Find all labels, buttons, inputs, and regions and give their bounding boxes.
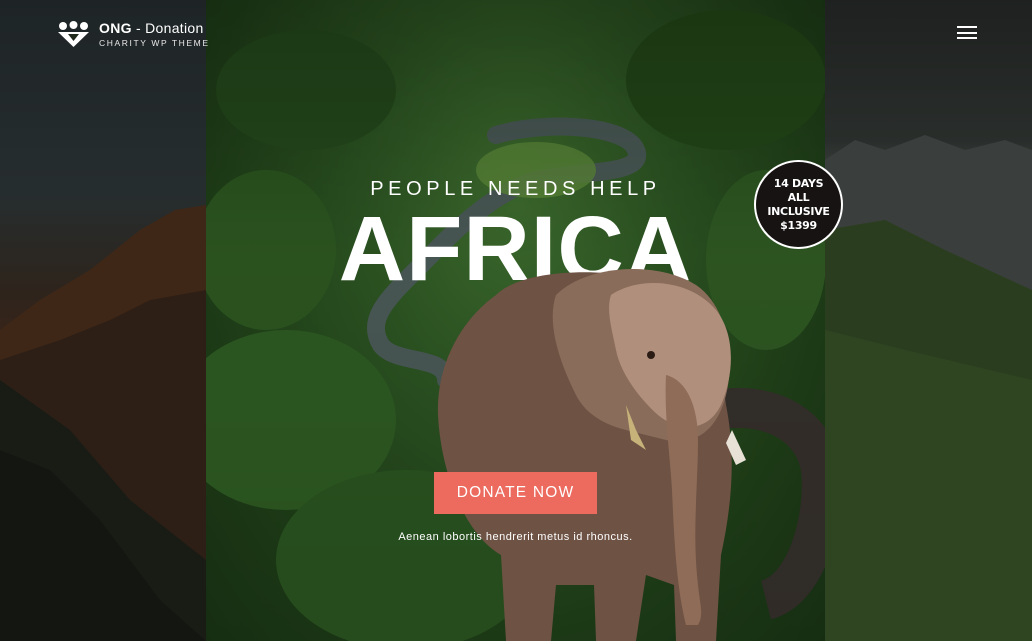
donate-now-button[interactable]: DONATE NOW bbox=[434, 472, 597, 514]
brand-name: ONG - Donation bbox=[99, 20, 204, 36]
brand-tagline: CHARITY WP THEME bbox=[99, 38, 210, 48]
left-background-image bbox=[0, 0, 206, 641]
right-background-image bbox=[825, 0, 1032, 641]
badge-days: 14 DAYS bbox=[773, 176, 824, 190]
brand-logo[interactable]: ONG - Donation CHARITY WP THEME bbox=[57, 21, 210, 48]
badge-price: $1399 bbox=[780, 218, 817, 232]
hamburger-icon[interactable] bbox=[957, 26, 977, 42]
badge-inclusive: ALL INCLUSIVE bbox=[767, 190, 830, 218]
hero-caption: Aenean lobortis hendrerit metus id rhonc… bbox=[398, 531, 633, 543]
people-logo-icon bbox=[58, 21, 89, 48]
elephant-image bbox=[437, 268, 746, 641]
price-badge: 14 DAYS ALL INCLUSIVE $1399 bbox=[754, 160, 843, 249]
